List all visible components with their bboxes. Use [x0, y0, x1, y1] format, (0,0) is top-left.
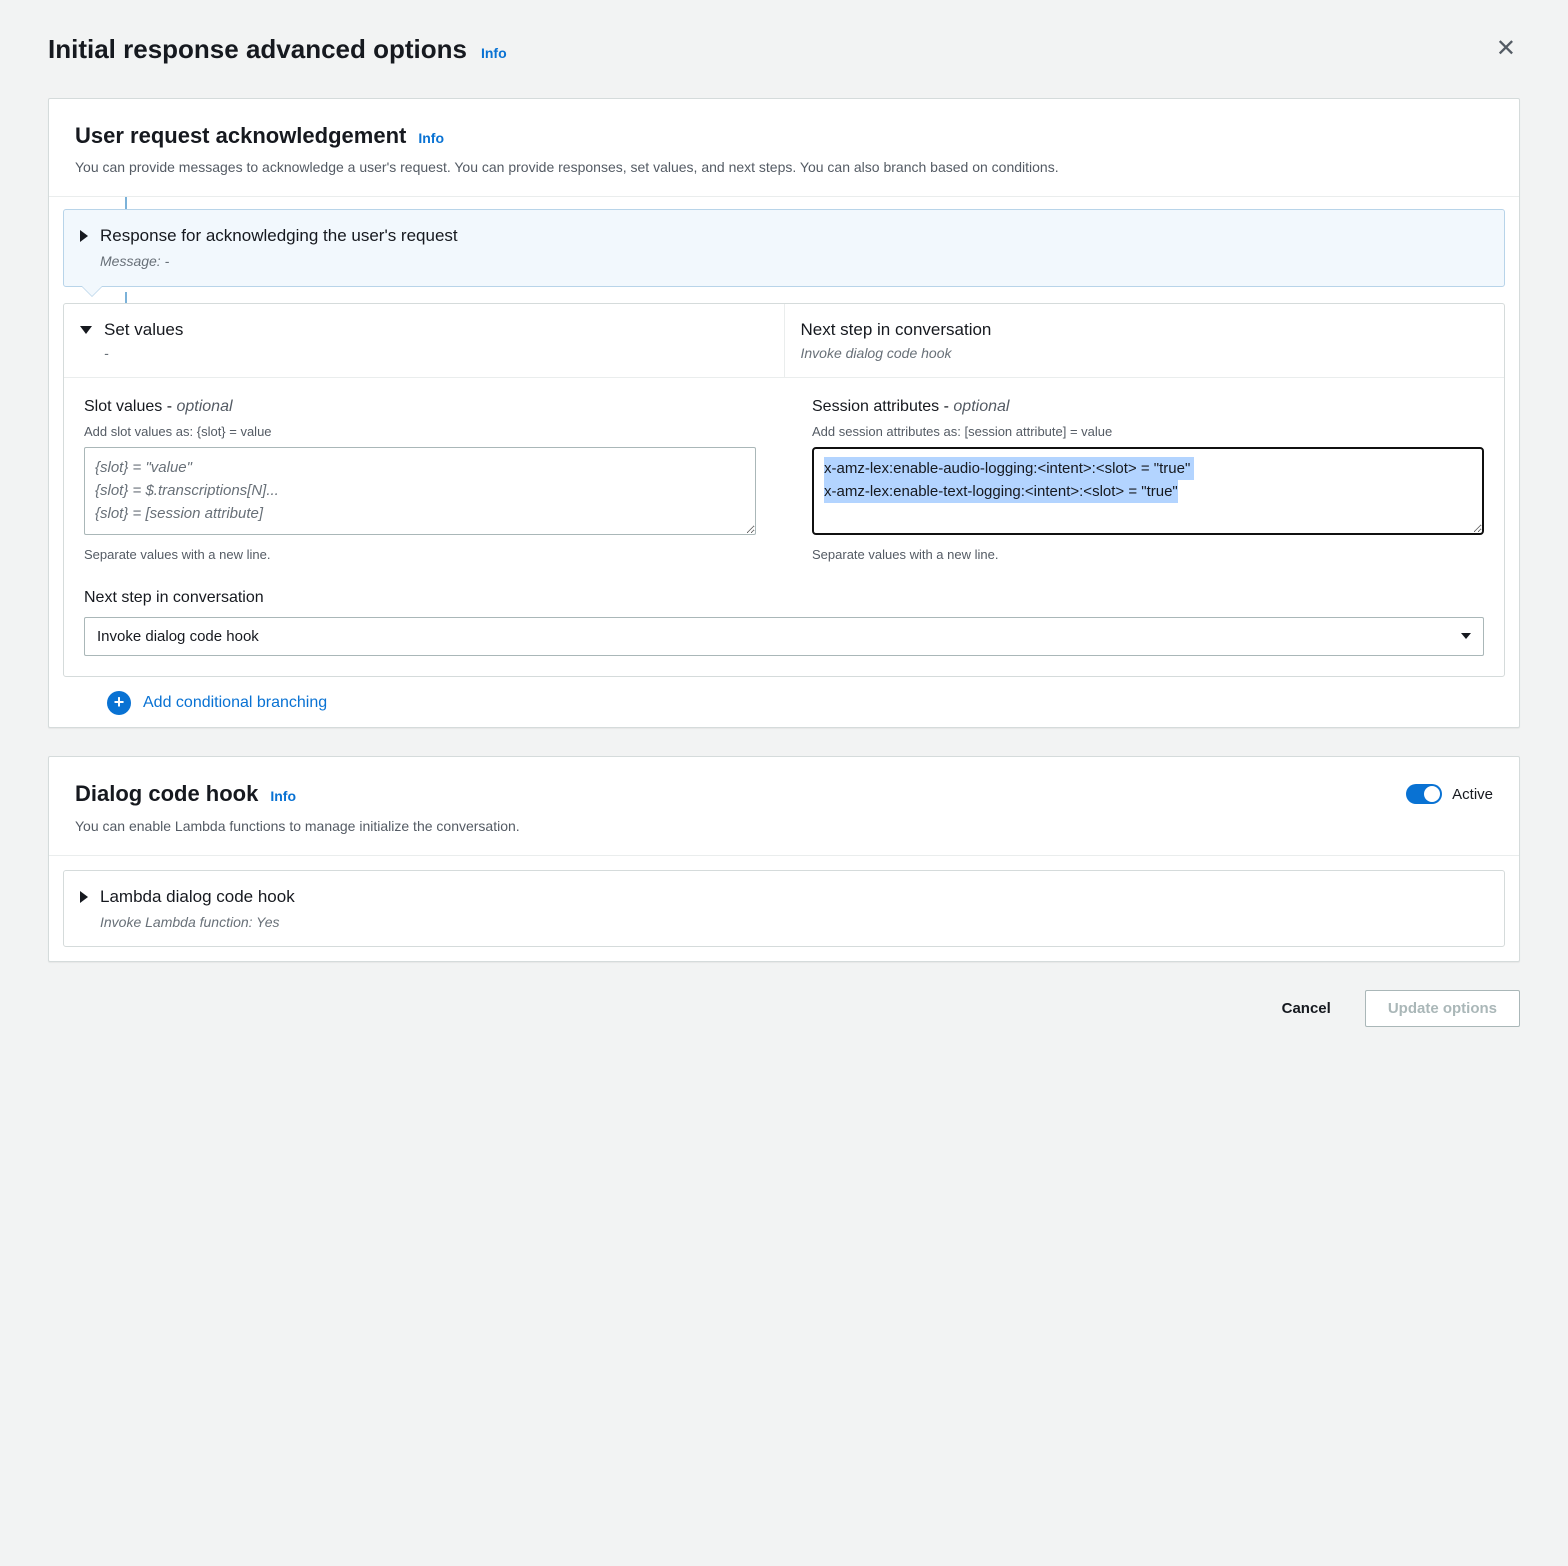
- update-options-button[interactable]: Update options: [1365, 990, 1520, 1027]
- page-header: Initial response advanced options Info ✕: [48, 28, 1520, 70]
- slot-values-help: Separate values with a new line.: [84, 546, 756, 564]
- ack-card: User request acknowledgement Info You ca…: [48, 98, 1520, 728]
- add-conditional-branching[interactable]: + Add conditional branching: [63, 691, 1505, 719]
- response-ack-sub: Message: -: [100, 252, 458, 272]
- response-ack-box[interactable]: Response for acknowledging the user's re…: [63, 209, 1505, 286]
- caret-right-icon: [80, 230, 88, 242]
- page-title: Initial response advanced options: [48, 31, 467, 67]
- header-info-link[interactable]: Info: [481, 44, 507, 64]
- slot-values-label: Slot values - optional: [84, 396, 756, 418]
- plus-icon: +: [107, 691, 131, 715]
- cancel-button[interactable]: Cancel: [1260, 991, 1353, 1026]
- caret-right-icon: [80, 891, 88, 903]
- caret-down-icon[interactable]: [80, 326, 92, 334]
- slot-values-field: Slot values - optional Add slot values a…: [84, 396, 756, 564]
- session-attrs-help: Separate values with a new line.: [812, 546, 1484, 564]
- lambda-hook-sub: Invoke Lambda function: Yes: [100, 913, 295, 933]
- dialog-card: Dialog code hook Info Active You can ena…: [48, 756, 1520, 962]
- response-ack-title: Response for acknowledging the user's re…: [100, 224, 458, 248]
- dialog-desc: You can enable Lambda functions to manag…: [75, 816, 1493, 837]
- set-values-label: Set values: [104, 318, 183, 342]
- ack-info-link[interactable]: Info: [418, 129, 444, 149]
- slot-values-hint: Add slot values as: {slot} = value: [84, 423, 756, 441]
- next-step-select-value: Invoke dialog code hook: [97, 626, 259, 647]
- chevron-down-icon: [1461, 633, 1471, 639]
- slot-values-input[interactable]: [84, 447, 756, 535]
- set-values-sub: -: [104, 344, 183, 364]
- close-icon[interactable]: ✕: [1492, 28, 1520, 70]
- dialog-title: Dialog code hook: [75, 779, 258, 810]
- dialog-toggle-label: Active: [1452, 784, 1493, 805]
- footer: Cancel Update options: [48, 990, 1520, 1027]
- lambda-hook-box[interactable]: Lambda dialog code hook Invoke Lambda fu…: [63, 870, 1505, 947]
- add-branch-label: Add conditional branching: [143, 692, 327, 714]
- dialog-info-link[interactable]: Info: [270, 787, 296, 807]
- session-attrs-label: Session attributes - optional: [812, 396, 1484, 418]
- lambda-hook-title: Lambda dialog code hook: [100, 885, 295, 909]
- ack-desc: You can provide messages to acknowledge …: [75, 157, 1493, 178]
- next-step-select[interactable]: Invoke dialog code hook: [84, 617, 1484, 656]
- session-attrs-input[interactable]: [812, 447, 1484, 535]
- set-values-box: Set values - Next step in conversation I…: [63, 303, 1505, 677]
- session-attrs-field: Session attributes - optional Add sessio…: [812, 396, 1484, 564]
- ack-title: User request acknowledgement: [75, 121, 406, 152]
- session-attrs-hint: Add session attributes as: [session attr…: [812, 423, 1484, 441]
- next-step-select-label: Next step in conversation: [84, 587, 1484, 609]
- dialog-active-toggle[interactable]: [1406, 784, 1442, 804]
- next-step-sub: Invoke dialog code hook: [801, 344, 1489, 364]
- next-step-label: Next step in conversation: [801, 318, 1489, 342]
